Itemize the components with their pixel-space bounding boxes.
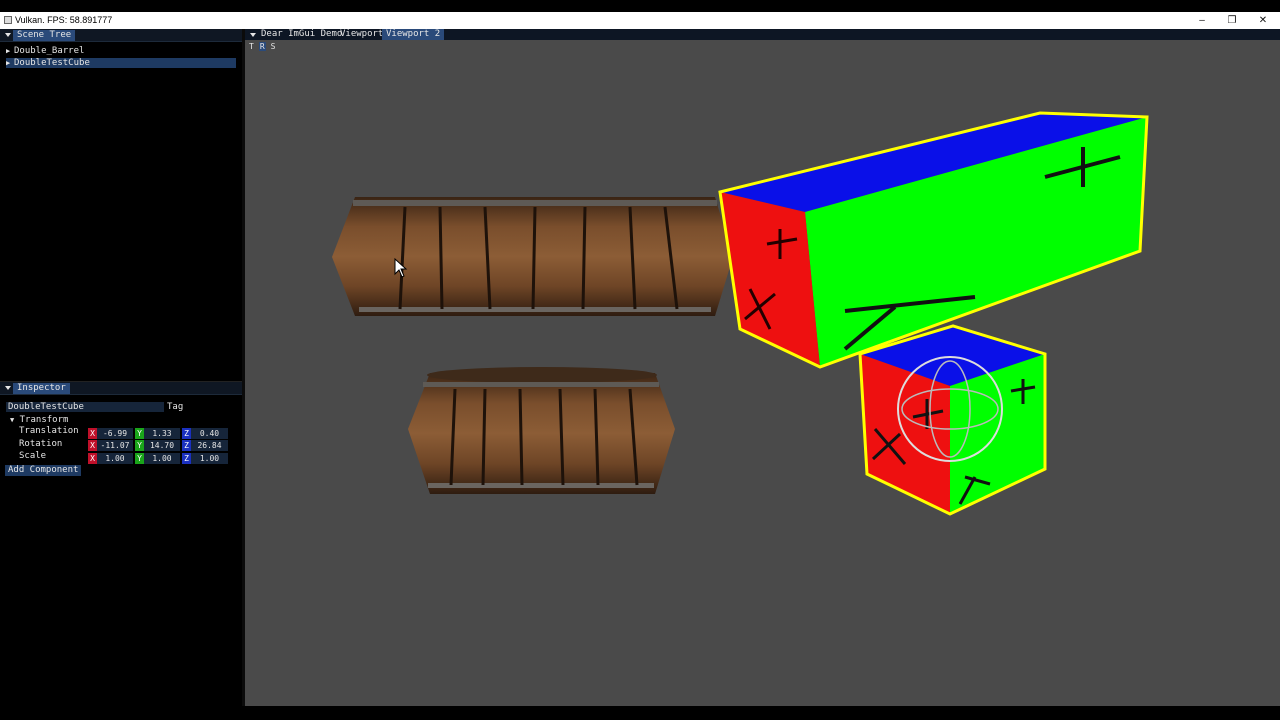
scale-x-field[interactable]: 1.00 — [97, 453, 133, 464]
scene-render — [332, 111, 1149, 516]
rotation-label: Rotation — [19, 439, 63, 449]
scene-tree-panel: Scene Tree ▶ Double_Barrel ▶ DoubleTestCub… — [0, 29, 242, 379]
bottom-black-strip — [0, 706, 1280, 720]
scale-x-axis: X — [88, 453, 97, 464]
minimize-icon[interactable]: – — [1191, 13, 1213, 28]
scale-z-axis: Z — [182, 453, 191, 464]
transform-section[interactable]: ▼ Transform — [10, 415, 68, 425]
collapse-icon[interactable] — [5, 386, 11, 390]
tab-scene-tree[interactable]: Scene Tree — [13, 30, 76, 41]
translation-y-axis: Y — [135, 428, 144, 439]
maximize-icon[interactable]: ❐ — [1221, 13, 1243, 28]
rotation-y-axis: Y — [135, 440, 144, 451]
inspector-panel: Inspector DoubleTestCube Tag ▼ Transform… — [0, 381, 242, 707]
expanded-arrow-icon: ▼ — [10, 416, 15, 424]
tree-item-label: DoubleTestCube — [14, 58, 90, 68]
inspector-header: Inspector — [0, 382, 242, 395]
window-titlebar[interactable]: Vulkan. FPS: 58.891777 – ❐ ✕ — [0, 12, 1280, 29]
tag-label: Tag — [167, 402, 184, 412]
translation-z-field[interactable]: 0.40 — [191, 428, 228, 439]
long-cube-model[interactable] — [718, 111, 1149, 369]
close-icon[interactable]: ✕ — [1252, 13, 1274, 28]
tree-item-double-barrel[interactable]: ▶ Double_Barrel — [6, 46, 84, 56]
tree-item-label: Double_Barrel — [14, 46, 85, 56]
scale-label: Scale — [19, 451, 47, 461]
barrel-model-upper[interactable] — [332, 197, 733, 316]
scene-tree-header: Scene Tree — [0, 29, 242, 42]
rotation-z-axis: Z — [182, 440, 191, 451]
expand-arrow-icon[interactable]: ▶ — [6, 58, 14, 68]
rotation-x-field[interactable]: -11.07 — [97, 440, 133, 451]
expand-arrow-icon[interactable]: ▶ — [6, 46, 14, 56]
viewport[interactable]: Dear ImGui Demo Viewport Viewport 2 TRS — [245, 29, 1280, 706]
translation-label: Translation — [19, 426, 79, 436]
small-cube-model[interactable] — [858, 324, 1047, 516]
scale-y-field[interactable]: 1.00 — [144, 453, 180, 464]
translation-z-axis: Z — [182, 428, 191, 439]
barrel-model-lower[interactable] — [408, 367, 675, 494]
transform-label: Transform — [19, 415, 69, 425]
add-component-button[interactable]: Add Component — [5, 465, 82, 476]
tree-item-double-test-cube[interactable]: ▶ DoubleTestCube — [6, 58, 236, 68]
name-input[interactable]: DoubleTestCube — [6, 402, 164, 412]
translation-x-axis: X — [88, 428, 97, 439]
scale-y-axis: Y — [135, 453, 144, 464]
tab-inspector[interactable]: Inspector — [13, 383, 70, 394]
scale-z-field[interactable]: 1.00 — [191, 453, 228, 464]
window-title: Vulkan. FPS: 58.891777 — [15, 15, 113, 25]
rotation-y-field[interactable]: 14.70 — [144, 440, 180, 451]
rotation-z-field[interactable]: 26.84 — [191, 440, 228, 451]
collapse-icon[interactable] — [5, 33, 11, 37]
top-black-strip — [0, 0, 1280, 12]
app-icon — [4, 16, 12, 24]
translation-y-field[interactable]: 1.33 — [144, 428, 180, 439]
rotation-x-axis: X — [88, 440, 97, 451]
translation-x-field[interactable]: -6.99 — [97, 428, 133, 439]
